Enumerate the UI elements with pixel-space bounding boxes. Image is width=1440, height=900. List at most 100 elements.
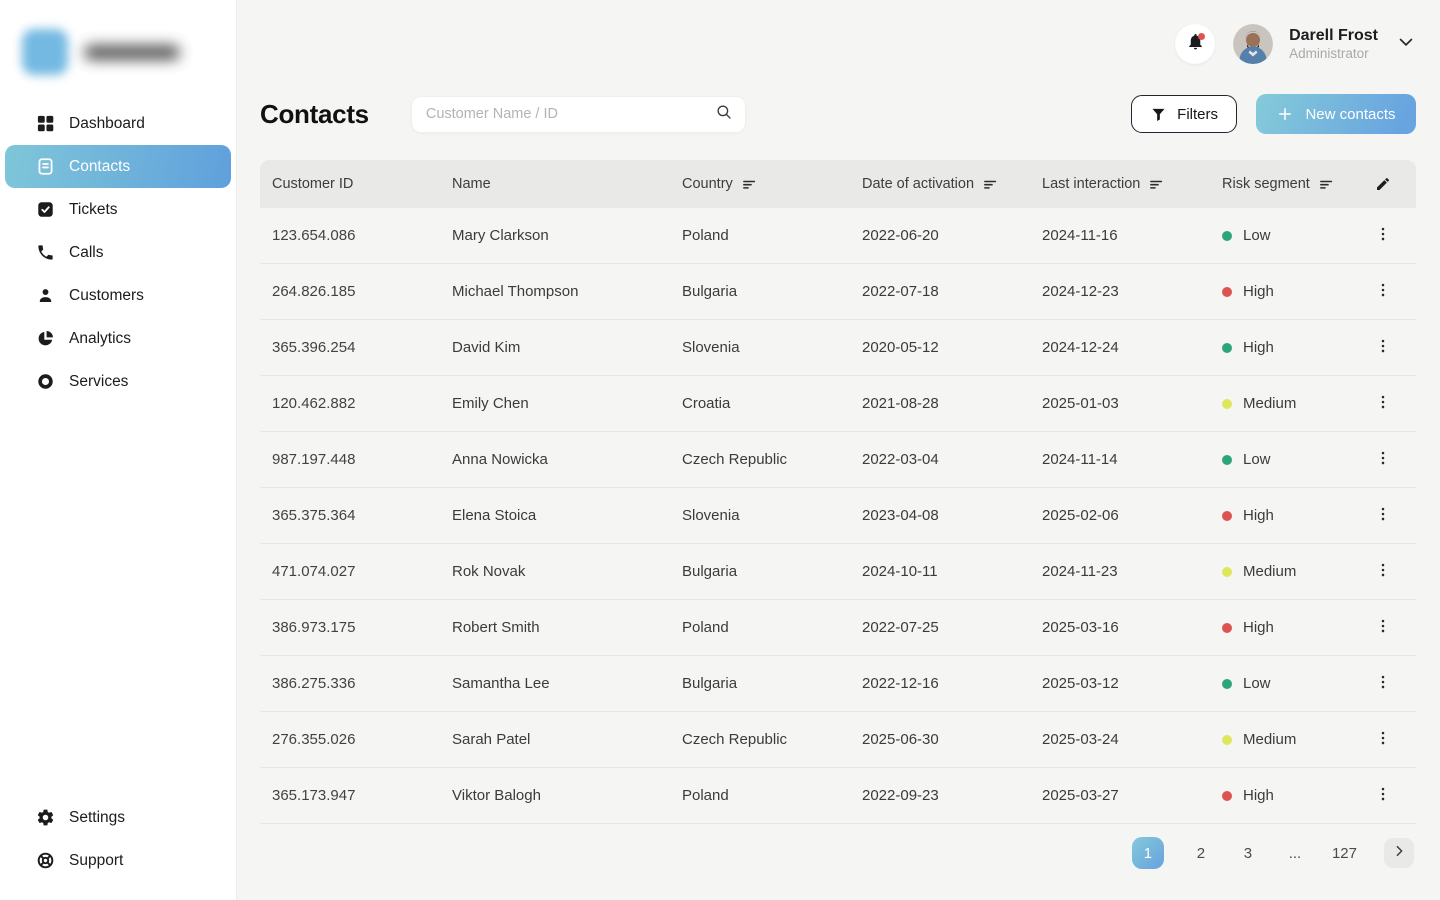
cell-last-interaction: 2025-03-24 <box>1030 731 1210 748</box>
risk-dot <box>1222 231 1232 241</box>
column-label: Last interaction <box>1042 176 1140 192</box>
kebab-icon <box>1374 225 1392 247</box>
pagination-page[interactable]: 1 <box>1132 837 1164 869</box>
cell-row-menu <box>1350 502 1416 530</box>
pagination-page[interactable]: 127 <box>1332 837 1357 869</box>
cell-last-interaction: 2024-11-16 <box>1030 227 1210 244</box>
cell-row-menu <box>1350 726 1416 754</box>
pagination-next-button[interactable] <box>1384 838 1414 868</box>
cell-activation-date: 2022-07-25 <box>850 619 1030 636</box>
sidebar-item[interactable]: Contacts <box>5 145 231 188</box>
table-header-cell: Country <box>670 176 850 192</box>
sidebar-item[interactable]: Analytics <box>5 317 231 360</box>
sidebar-item-label: Tickets <box>69 201 118 219</box>
sidebar-item[interactable]: Calls <box>5 231 231 274</box>
sidebar-item-label: Analytics <box>69 330 131 348</box>
cell-row-menu <box>1350 278 1416 306</box>
kebab-icon <box>1374 617 1392 639</box>
user-name: Darell Frost <box>1289 26 1378 46</box>
row-menu-button[interactable] <box>1369 390 1397 418</box>
search-input[interactable] <box>426 106 715 122</box>
cell-activation-date: 2022-03-04 <box>850 451 1030 468</box>
pagination-page[interactable]: 2 <box>1191 837 1211 869</box>
cell-row-menu <box>1350 614 1416 642</box>
cell-activation-date: 2020-05-12 <box>850 339 1030 356</box>
kebab-icon <box>1374 449 1392 471</box>
row-menu-button[interactable] <box>1369 670 1397 698</box>
risk-label: High <box>1243 787 1274 804</box>
row-menu-button[interactable] <box>1369 222 1397 250</box>
row-menu-button[interactable] <box>1369 782 1397 810</box>
cell-activation-date: 2025-06-30 <box>850 731 1030 748</box>
sidebar-footer-item[interactable]: Support <box>5 839 231 882</box>
cell-name: Mary Clarkson <box>440 227 670 244</box>
sort-icon[interactable] <box>1149 177 1164 192</box>
notifications-button[interactable] <box>1175 24 1215 64</box>
page-title: Contacts <box>260 99 369 130</box>
row-menu-button[interactable] <box>1369 614 1397 642</box>
sort-icon[interactable] <box>742 177 757 192</box>
row-menu-button[interactable] <box>1369 278 1397 306</box>
cell-customer-id: 386.973.175 <box>260 619 440 636</box>
sidebar-footer-item-label: Support <box>69 852 123 870</box>
pagination: 1 2 3 ... 127 <box>260 837 1416 869</box>
kebab-icon <box>1374 673 1392 695</box>
cell-customer-id: 987.197.448 <box>260 451 440 468</box>
sidebar: Dashboard Contacts Tickets Calls Custome… <box>0 0 237 900</box>
sidebar-footer-item[interactable]: Settings <box>5 796 231 839</box>
row-menu-button[interactable] <box>1369 334 1397 362</box>
user-menu-toggle[interactable] <box>1396 32 1416 57</box>
sort-icon[interactable] <box>1319 177 1334 192</box>
sidebar-item[interactable]: Dashboard <box>5 102 231 145</box>
sidebar-item[interactable]: Services <box>5 360 231 403</box>
table-row: 264.826.185 Michael Thompson Bulgaria 20… <box>260 264 1416 320</box>
kebab-icon <box>1374 393 1392 415</box>
sidebar-item[interactable]: Tickets <box>5 188 231 231</box>
new-contacts-button[interactable]: New contacts <box>1256 94 1416 134</box>
row-menu-button[interactable] <box>1369 558 1397 586</box>
user-avatar[interactable] <box>1233 24 1273 64</box>
sidebar-item[interactable]: Customers <box>5 274 231 317</box>
cell-country: Slovenia <box>670 339 850 356</box>
row-menu-button[interactable] <box>1369 726 1397 754</box>
kebab-icon <box>1374 337 1392 359</box>
cell-activation-date: 2022-12-16 <box>850 675 1030 692</box>
column-label: Country <box>682 176 733 192</box>
page-header: Contacts Filters New contacts <box>260 94 1416 134</box>
cell-country: Bulgaria <box>670 283 850 300</box>
cell-risk-segment: Medium <box>1210 563 1350 580</box>
table-header-cell: Risk segment <box>1210 176 1350 192</box>
risk-label: Medium <box>1243 731 1296 748</box>
pagination-page[interactable]: 3 <box>1238 837 1258 869</box>
search-icon[interactable] <box>715 103 733 126</box>
table-header-cell: Last interaction <box>1030 176 1210 192</box>
sidebar-footer-item-icon <box>35 851 55 871</box>
table-row: 365.396.254 David Kim Slovenia 2020-05-1… <box>260 320 1416 376</box>
table-row: 386.275.336 Samantha Lee Bulgaria 2022-1… <box>260 656 1416 712</box>
cell-last-interaction: 2024-11-14 <box>1030 451 1210 468</box>
table-row: 123.654.086 Mary Clarkson Poland 2022-06… <box>260 208 1416 264</box>
cell-customer-id: 471.074.027 <box>260 563 440 580</box>
cell-customer-id: 365.173.947 <box>260 787 440 804</box>
sidebar-item-label: Services <box>69 373 128 391</box>
sidebar-item-label: Dashboard <box>69 115 145 133</box>
cell-row-menu <box>1350 670 1416 698</box>
sidebar-footer-item-label: Settings <box>69 809 125 827</box>
logo-icon <box>22 29 68 75</box>
cell-risk-segment: High <box>1210 619 1350 636</box>
sidebar-item-label: Contacts <box>69 158 130 176</box>
pencil-icon[interactable] <box>1375 176 1391 192</box>
sidebar-item-label: Calls <box>69 244 103 262</box>
row-menu-button[interactable] <box>1369 502 1397 530</box>
risk-dot <box>1222 735 1232 745</box>
cell-activation-date: 2022-07-18 <box>850 283 1030 300</box>
row-menu-button[interactable] <box>1369 446 1397 474</box>
pagination-page[interactable]: ... <box>1285 837 1305 869</box>
main-content: Darell Frost Administrator Contacts Filt… <box>237 0 1440 869</box>
sort-icon[interactable] <box>983 177 998 192</box>
cell-row-menu <box>1350 446 1416 474</box>
filters-button[interactable]: Filters <box>1131 95 1237 133</box>
sidebar-item-label: Customers <box>69 287 144 305</box>
table-header-cell: Customer ID <box>260 176 440 192</box>
avatar-image <box>1233 24 1273 64</box>
